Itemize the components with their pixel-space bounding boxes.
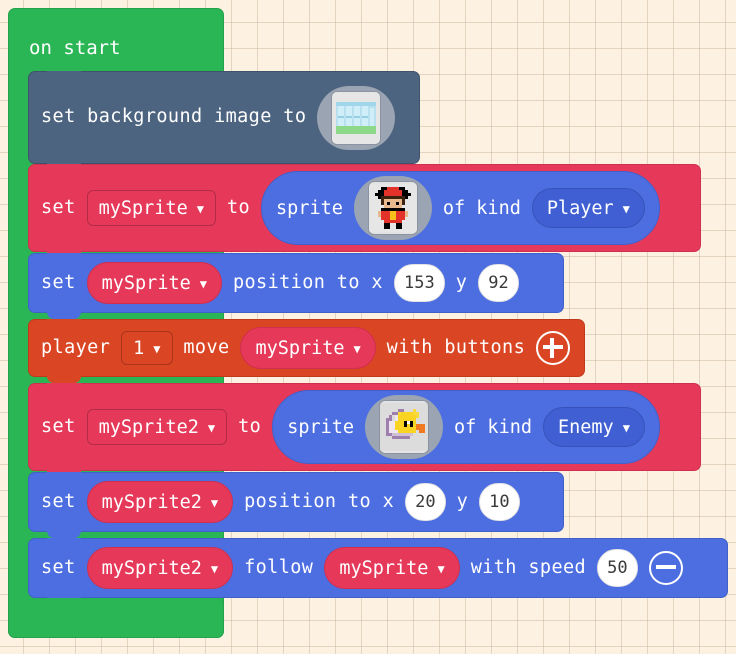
y-value-input[interactable]: 10 [479, 483, 520, 521]
kind-name: Player [546, 197, 614, 219]
variable-name: mySprite2 [101, 491, 202, 513]
background-image-svg [332, 91, 381, 144]
chevron-down-icon: ▼ [437, 562, 445, 576]
of-kind-label: of kind [442, 197, 521, 219]
player-number-dropdown[interactable]: 1 ▼ [121, 331, 173, 365]
y-label: y [456, 490, 469, 512]
block-set-follow[interactable]: set mySprite2 ▼ follow mySprite ▼ with s… [28, 538, 728, 604]
variable-name: mySprite [101, 272, 191, 294]
set-background-image-label: set background image to [41, 106, 307, 128]
with-buttons-label: with buttons [386, 336, 526, 358]
follow-label: follow [244, 556, 314, 578]
y-value-input[interactable]: 92 [478, 264, 519, 302]
player-sprite-thumbnail [368, 182, 417, 234]
to-label: to [226, 196, 251, 218]
chevron-down-icon: ▼ [210, 562, 219, 576]
to-label: to [238, 415, 262, 437]
reporter-sprite-enemy[interactable]: sprite of kind Enemy ▼ [272, 390, 660, 464]
background-image-field[interactable] [317, 85, 396, 150]
chevron-down-icon: ▼ [207, 421, 216, 435]
speed-value-input[interactable]: 50 [597, 549, 638, 587]
y-label: y [455, 271, 468, 293]
block-set-position-enemy[interactable]: set mySprite2 ▼ position to x 20 y 10 [28, 472, 564, 538]
variable-dropdown-mysprite2[interactable]: mySprite2 ▼ [86, 409, 228, 445]
block-set-position-player[interactable]: set mySprite ▼ position to x 153 y 92 [28, 253, 564, 319]
move-label: move [183, 336, 230, 358]
player-label: player [41, 336, 111, 358]
minus-circle-icon[interactable] [648, 551, 683, 585]
chevron-down-icon: ▼ [353, 342, 361, 356]
on-start-bottom-bar [8, 598, 224, 638]
block-bump [47, 311, 81, 319]
chevron-down-icon: ▼ [153, 342, 161, 356]
variable-dropdown-mysprite[interactable]: mySprite ▼ [86, 190, 216, 226]
background-image-thumbnail [332, 91, 381, 144]
set-label: set [41, 271, 76, 293]
on-start-label: on start [29, 37, 121, 59]
variable-dropdown-mysprite2[interactable]: mySprite2 ▼ [86, 481, 234, 523]
with-speed-label: with speed [470, 556, 587, 578]
block-set-sprite-player[interactable]: set mySprite ▼ to sprite of kind Player … [28, 164, 701, 258]
set-label: set [41, 415, 76, 437]
kind-dropdown-player[interactable]: Player ▼ [531, 188, 645, 228]
enemy-image-field[interactable] [365, 395, 444, 459]
duck-sprite-thumbnail [380, 401, 429, 453]
variable-name: mySprite [98, 197, 188, 219]
x-value-input[interactable]: 20 [405, 483, 446, 521]
variable-name: mySprite2 [101, 557, 202, 579]
sprite-label: sprite [276, 197, 343, 219]
chevron-down-icon: ▼ [622, 421, 630, 435]
sprite-label: sprite [287, 416, 355, 438]
kind-name: Enemy [557, 416, 614, 438]
position-to-x-label: position to x [232, 271, 383, 293]
variable-name: mySprite [255, 337, 345, 359]
block-set-sprite-enemy[interactable]: set mySprite2 ▼ to sprite of kind Enemy … [28, 383, 701, 477]
block-bump [47, 375, 81, 383]
chevron-down-icon: ▼ [210, 496, 219, 510]
variable-dropdown-mysprite[interactable]: mySprite ▼ [240, 327, 376, 369]
target-variable-name: mySprite [339, 557, 429, 579]
of-kind-label: of kind [454, 416, 532, 438]
set-label: set [41, 490, 76, 512]
chevron-down-icon: ▼ [196, 202, 204, 216]
variable-name: mySprite2 [98, 416, 199, 438]
plus-circle-icon[interactable] [536, 331, 571, 365]
player-sprite-svg [368, 184, 417, 232]
player-image-field[interactable] [353, 176, 432, 240]
variable-dropdown-mysprite2[interactable]: mySprite2 ▼ [86, 547, 234, 589]
reporter-sprite-player[interactable]: sprite of kind Player ▼ [261, 171, 660, 245]
chevron-down-icon: ▼ [199, 277, 207, 291]
block-player-move-with-buttons[interactable]: player 1 ▼ move mySprite ▼ with buttons [28, 319, 585, 383]
duck-sprite-svg [380, 403, 429, 451]
on-start-bottom-notch [46, 598, 80, 606]
variable-dropdown-target-mysprite[interactable]: mySprite ▼ [324, 547, 460, 589]
blocks-workspace[interactable]: on start set background image to set myS… [0, 0, 736, 654]
position-to-x-label: position to x [244, 490, 395, 512]
player-number: 1 [133, 337, 145, 359]
chevron-down-icon: ▼ [622, 202, 630, 216]
block-bump [47, 530, 81, 538]
set-label: set [41, 196, 76, 218]
set-label: set [41, 556, 76, 578]
block-set-background-image[interactable]: set background image to [28, 71, 420, 170]
kind-dropdown-enemy[interactable]: Enemy ▼ [542, 407, 645, 447]
variable-dropdown-mysprite[interactable]: mySprite ▼ [86, 262, 222, 304]
x-value-input[interactable]: 153 [393, 264, 445, 302]
